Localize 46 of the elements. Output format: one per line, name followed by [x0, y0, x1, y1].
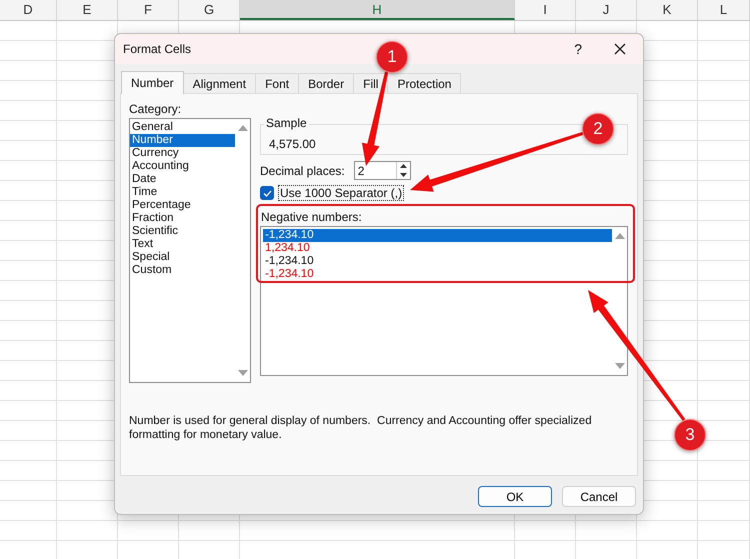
- column-header[interactable]: L: [698, 0, 750, 20]
- column-header[interactable]: D: [0, 0, 57, 20]
- cancel-button[interactable]: Cancel: [562, 486, 636, 507]
- negative-format-item[interactable]: 1,234.10: [263, 242, 612, 255]
- separator-checkbox[interactable]: [260, 186, 274, 200]
- scroll-down-icon[interactable]: [238, 370, 248, 376]
- column-header[interactable]: H: [240, 0, 515, 20]
- category-item[interactable]: Fraction: [130, 212, 235, 225]
- column-header[interactable]: J: [576, 0, 637, 20]
- decimal-places-label: Decimal places:: [260, 164, 345, 178]
- negative-format-item[interactable]: -1,234.10: [263, 229, 612, 242]
- category-label: Category:: [129, 102, 182, 116]
- category-item[interactable]: Scientific: [130, 225, 235, 238]
- spin-up-icon[interactable]: [400, 164, 407, 168]
- scroll-up-icon[interactable]: [614, 233, 624, 239]
- tab[interactable]: Number: [121, 71, 184, 94]
- column-header[interactable]: E: [57, 0, 118, 20]
- category-item[interactable]: Accounting: [130, 160, 235, 173]
- category-item[interactable]: General: [130, 121, 235, 134]
- negative-format-item[interactable]: -1,234.10: [263, 255, 612, 268]
- separator-label[interactable]: Use 1000 Separator (,): [278, 185, 404, 201]
- category-item[interactable]: Date: [130, 173, 235, 186]
- sample-label: Sample: [264, 116, 309, 130]
- negative-format-item[interactable]: -1,234.10: [263, 268, 612, 281]
- category-item[interactable]: Special: [130, 251, 235, 264]
- check-icon: [262, 190, 272, 196]
- column-header[interactable]: F: [118, 0, 179, 20]
- close-icon[interactable]: [614, 43, 626, 55]
- decimal-places-spinner[interactable]: 2: [354, 161, 411, 180]
- category-item[interactable]: Number: [130, 134, 235, 147]
- ok-button[interactable]: OK: [478, 486, 552, 507]
- category-item[interactable]: Currency: [130, 147, 235, 160]
- category-item[interactable]: Time: [130, 186, 235, 199]
- category-item[interactable]: Text: [130, 238, 235, 251]
- negative-numbers-label: Negative numbers:: [260, 210, 363, 224]
- spin-down-icon[interactable]: [400, 172, 407, 177]
- help-button[interactable]: ?: [574, 41, 582, 57]
- tab[interactable]: Protection: [387, 73, 462, 94]
- sample-value: 4,575.00: [269, 137, 316, 151]
- category-item[interactable]: Percentage: [130, 199, 235, 212]
- column-header[interactable]: I: [515, 0, 576, 20]
- column-header[interactable]: K: [637, 0, 698, 20]
- scroll-down-icon[interactable]: [614, 363, 624, 369]
- category-item[interactable]: Custom: [130, 264, 235, 277]
- scroll-up-icon[interactable]: [238, 125, 248, 131]
- description-text: Number is used for general display of numbers. Currency and Accounting offer specialized formatting for monetary value.: [129, 414, 593, 443]
